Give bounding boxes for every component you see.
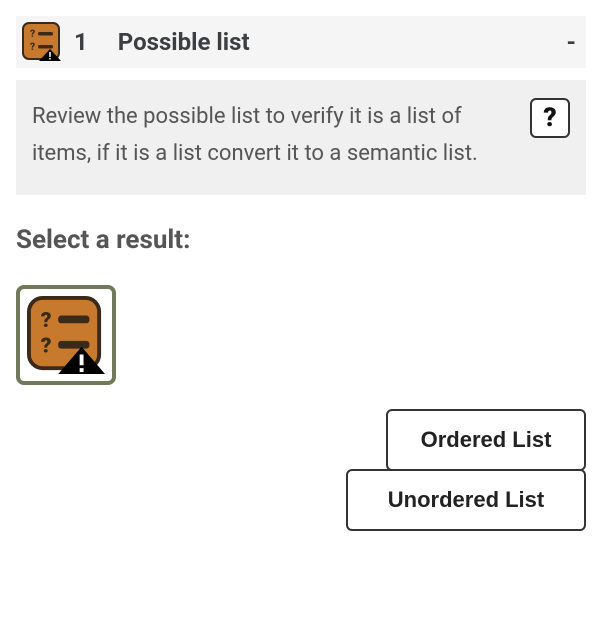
unordered-list-button[interactable]: Unordered List bbox=[346, 469, 586, 531]
select-result-heading: Select a result: bbox=[16, 225, 586, 255]
action-buttons: Ordered List Unordered List bbox=[16, 409, 586, 529]
result-tile-possible-list[interactable]: ? ? bbox=[16, 285, 116, 385]
svg-text:?: ? bbox=[41, 333, 52, 358]
svg-text:?: ? bbox=[30, 29, 35, 40]
item-header: ? ? 1 Possible list - bbox=[16, 16, 586, 68]
item-title: Possible list bbox=[118, 28, 250, 56]
possible-list-icon: ? ? bbox=[27, 296, 105, 374]
help-button[interactable]: ? bbox=[530, 98, 570, 138]
item-number: 1 bbox=[74, 28, 88, 56]
header-suffix: - bbox=[567, 28, 576, 56]
possible-list-icon: ? ? bbox=[22, 22, 62, 62]
instruction-text: Review the possible list to verify it is… bbox=[32, 98, 518, 173]
instruction-panel: Review the possible list to verify it is… bbox=[16, 80, 586, 195]
svg-text:?: ? bbox=[30, 42, 35, 53]
ordered-list-button[interactable]: Ordered List bbox=[386, 409, 586, 471]
header-left: ? ? 1 Possible list bbox=[22, 22, 250, 62]
svg-text:?: ? bbox=[41, 308, 52, 333]
